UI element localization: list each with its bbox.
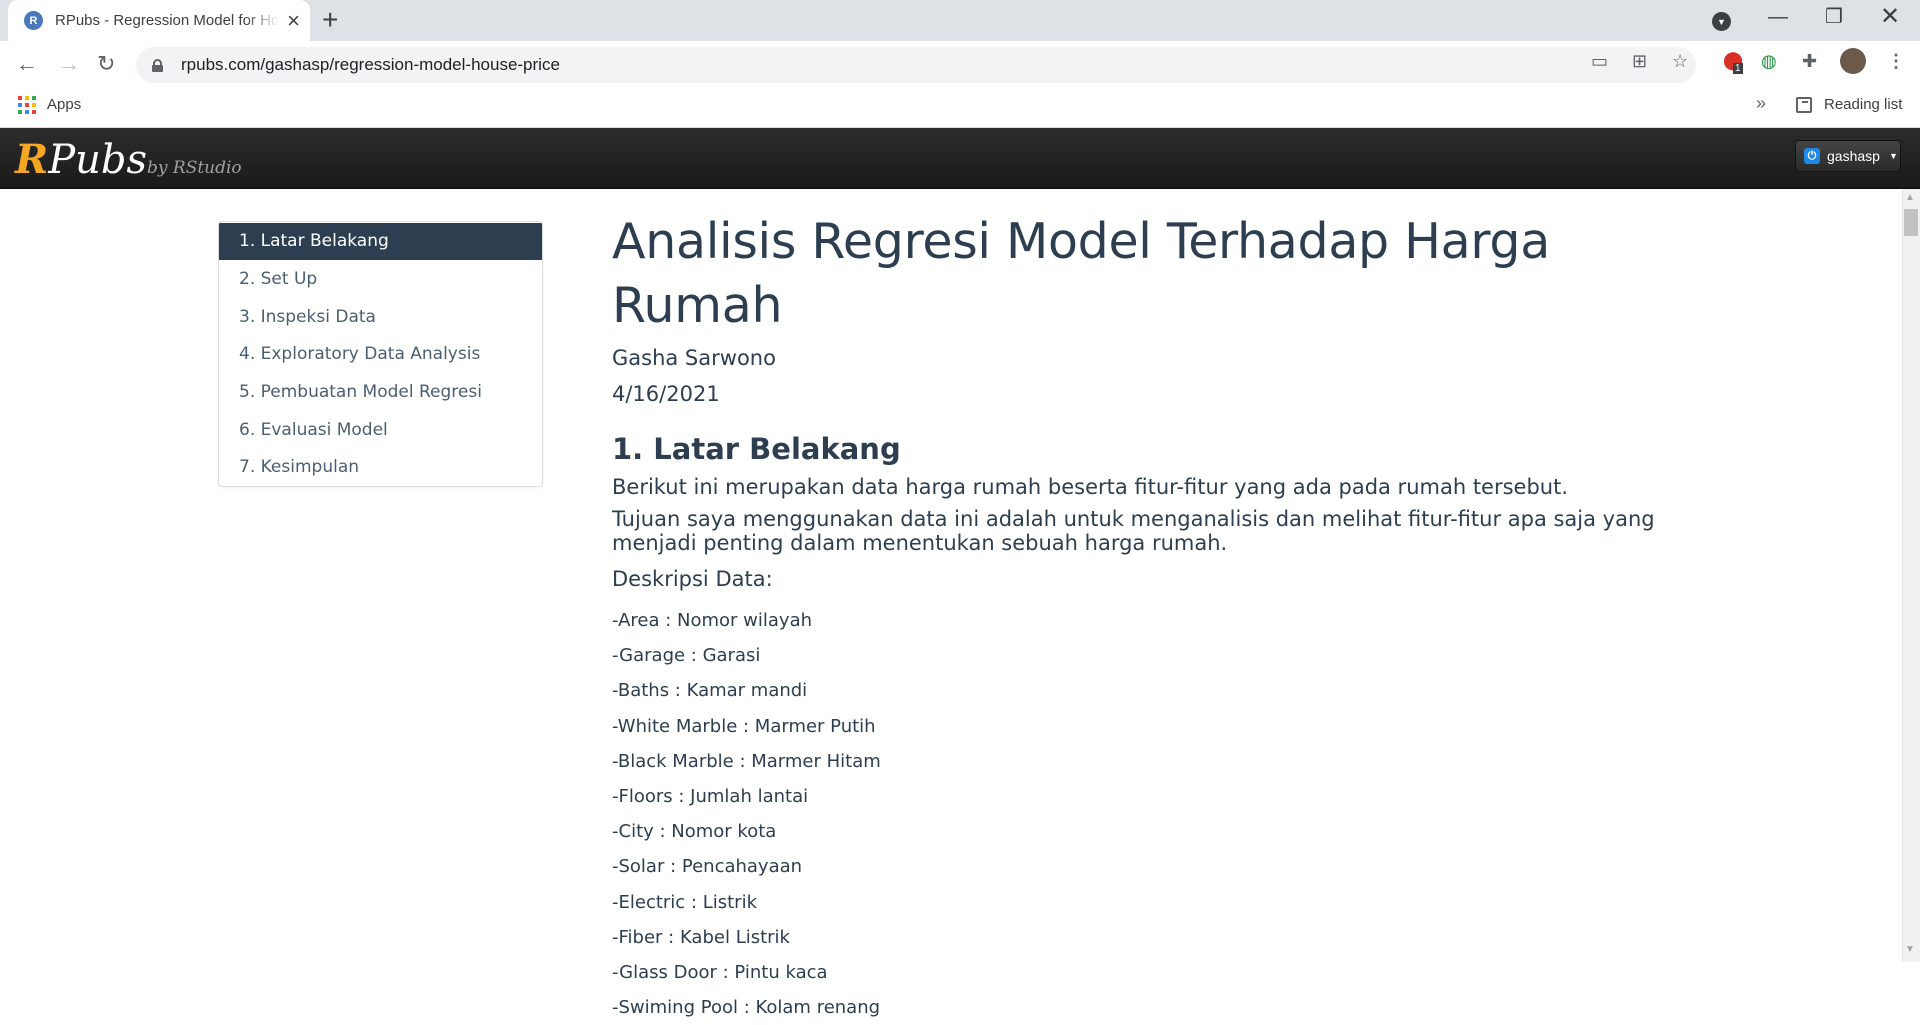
restore-icon[interactable]: ❐ (1825, 4, 1843, 29)
table-of-contents: 1. Latar Belakang 2. Set Up 3. Inspeksi … (218, 221, 543, 487)
tab-search-icon[interactable]: ▼ (1712, 12, 1731, 31)
minimize-icon[interactable]: — (1768, 6, 1788, 29)
apps-grid-icon[interactable] (18, 96, 36, 114)
paragraph-purpose: Tujuan saya menggunakan data ini adalah … (612, 507, 1655, 555)
toc-item-latar-belakang[interactable]: 1. Latar Belakang (219, 222, 542, 260)
list-item: -Baths : Kamar mandi (612, 680, 808, 702)
description-heading: Deskripsi Data: (612, 567, 773, 591)
date: 4/16/2021 (612, 382, 720, 406)
toc-item-inspeksi-data[interactable]: 3. Inspeksi Data (219, 297, 542, 335)
address-url: rpubs.com/gashasp/regression-model-house… (181, 55, 560, 74)
reading-list-label: Reading list (1824, 96, 1903, 113)
logo-r: R (15, 136, 49, 183)
forward-icon[interactable]: → (58, 50, 80, 78)
apps-bookmark[interactable]: Apps (47, 96, 81, 113)
section-heading: 1. Latar Belakang (612, 432, 901, 466)
logo-subtitle: by RStudio (147, 158, 242, 178)
username: gashasp (1827, 148, 1880, 164)
reading-list-icon (1796, 96, 1812, 113)
browser-tab[interactable]: R RPubs - Regression Model for House Pri… (8, 0, 310, 41)
list-item: -White Marble : Marmer Putih (612, 715, 876, 737)
reading-list-button[interactable]: Reading list (1796, 96, 1902, 113)
extension-globe-icon[interactable]: ◍ (1761, 51, 1777, 72)
list-item: -Electric : Listrik (612, 891, 757, 913)
cast-icon[interactable]: ▭ (1591, 51, 1608, 72)
scroll-up-arrow-icon[interactable]: ▲ (1905, 192, 1915, 203)
back-icon[interactable]: ← (16, 50, 38, 78)
caret-down-icon: ▼ (1888, 151, 1898, 161)
author: Gasha Sarwono (612, 346, 776, 370)
page-title: Analisis Regresi Model Terhadap Harga Ru… (612, 213, 1550, 334)
toc-item-kesimpulan[interactable]: 7. Kesimpulan (219, 448, 542, 486)
rpubs-logo[interactable]: RPubs (15, 136, 148, 183)
rpubs-favicon-icon: R (24, 11, 43, 30)
menu-kebab-icon[interactable]: ⋮ (1887, 51, 1905, 72)
address-bar[interactable]: rpubs.com/gashasp/regression-model-house… (136, 47, 1696, 83)
list-item: -Garage : Garasi (612, 645, 761, 667)
list-item: -Solar : Pencahayaan (612, 856, 803, 878)
logo-pubs: Pubs (48, 137, 148, 183)
browser-toolbar: ← → ↻ rpubs.com/gashasp/regression-model… (0, 41, 1920, 88)
extension-badge: 1 (1733, 63, 1743, 74)
list-item: -Swiming Pool : Kolam renang (612, 997, 881, 1019)
tab-close-icon[interactable]: × (287, 9, 300, 32)
toc-item-pembuatan-model[interactable]: 5. Pembuatan Model Regresi (219, 372, 542, 411)
bookmarks-bar: Apps » Reading list (0, 88, 1920, 128)
browser-tabstrip: R RPubs - Regression Model for House Pri… (0, 0, 1920, 41)
list-item: -Glass Door : Pintu kaca (612, 962, 828, 984)
tab-title: RPubs - Regression Model for House Price (55, 12, 280, 29)
scrollbar-thumb[interactable] (1904, 209, 1918, 236)
close-window-icon[interactable]: ✕ (1880, 2, 1900, 31)
install-app-icon[interactable]: ⊞ (1632, 51, 1647, 72)
toc-item-evaluasi-model[interactable]: 6. Evaluasi Model (219, 410, 542, 448)
vertical-scrollbar[interactable] (1902, 189, 1920, 962)
bookmarks-overflow-icon[interactable]: » (1756, 93, 1766, 114)
list-item: -Fiber : Kabel Listrik (612, 926, 790, 948)
bookmark-star-icon[interactable]: ☆ (1672, 51, 1688, 72)
profile-avatar[interactable] (1840, 48, 1866, 74)
power-icon: ⏻ (1804, 148, 1820, 164)
toc-item-eda[interactable]: 4. Exploratory Data Analysis (219, 335, 542, 373)
lock-icon (152, 58, 163, 72)
extensions-puzzle-icon[interactable]: ✚ (1802, 51, 1817, 72)
paragraph-intro: Berikut ini merupakan data harga rumah b… (612, 475, 1569, 499)
toc-item-set-up[interactable]: 2. Set Up (219, 259, 542, 298)
rpubs-navbar: RPubs by RStudio ⏻ gashasp ▼ (0, 128, 1920, 189)
scroll-down-arrow-icon[interactable]: ▼ (1905, 944, 1915, 955)
new-tab-icon[interactable]: + (322, 6, 338, 34)
user-menu-button[interactable]: ⏻ gashasp ▼ (1795, 140, 1901, 172)
list-item: -Area : Nomor wilayah (612, 610, 813, 631)
document-body: Analisis Regresi Model Terhadap Harga Ru… (612, 210, 1662, 1025)
list-item: -Black Marble : Marmer Hitam (612, 750, 881, 772)
list-item: -City : Nomor kota (612, 821, 777, 843)
reload-icon[interactable]: ↻ (97, 50, 115, 78)
list-item: -Floors : Jumlah lantai (612, 786, 809, 808)
